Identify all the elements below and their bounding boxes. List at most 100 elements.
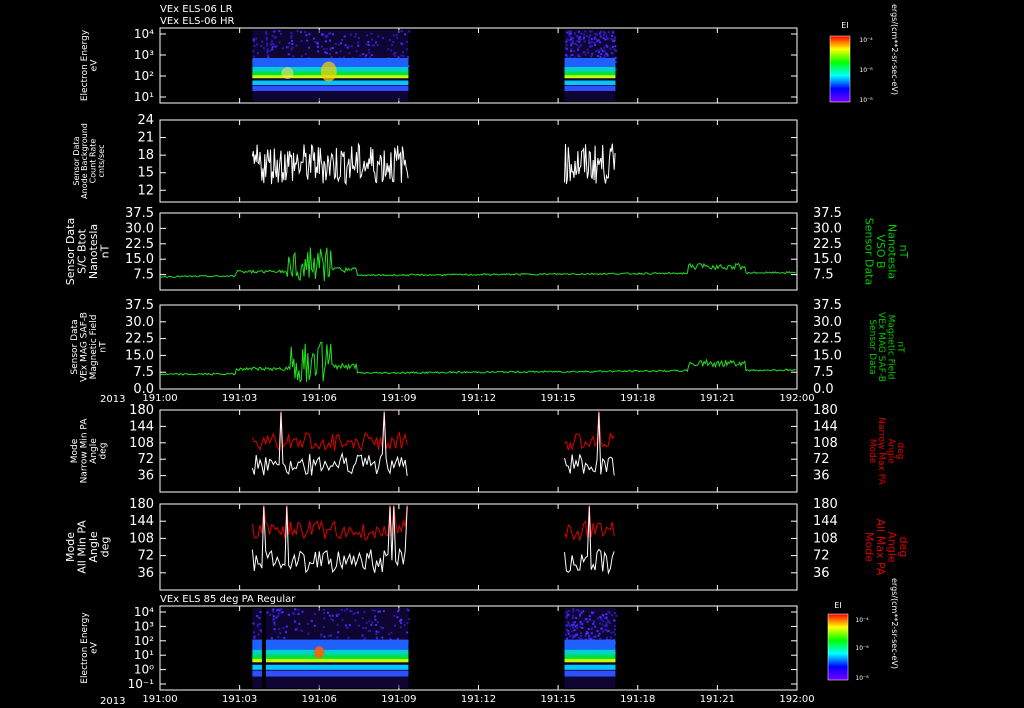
spectrogram-speck <box>252 39 255 42</box>
spectrogram-speck <box>257 633 260 636</box>
spectrogram-speck <box>406 48 409 51</box>
spectrogram-speck <box>594 635 597 638</box>
colorbar-bottom-unit: ergs/(cm**2-sr-sec-eV) <box>890 578 899 669</box>
spectrogram-speck <box>605 625 608 628</box>
colorbar-top-unit: ergs/(cm**2-sr-sec-eV) <box>890 4 899 95</box>
spectrogram-speck <box>269 49 272 52</box>
ytick-label: 15 <box>137 166 154 181</box>
spectrogram-speck <box>584 635 587 638</box>
spectrogram-speck <box>392 34 395 37</box>
colorbar-bottom-tick-1: 10⁻⁴ <box>855 617 869 624</box>
spectrogram-speck <box>370 32 373 35</box>
spectrogram-speck <box>400 54 403 57</box>
spectrogram-speck <box>367 41 370 44</box>
spectrogram-speck <box>581 626 584 629</box>
spectrogram-speck <box>256 43 259 46</box>
ytick-label: 12 <box>137 183 154 198</box>
spectrogram-band <box>564 80 616 85</box>
spectrogram-speck <box>588 36 591 39</box>
spectrogram-speck <box>270 40 273 43</box>
spectrogram-speck <box>611 37 614 40</box>
spectrogram-band <box>252 85 409 91</box>
spectrogram-speck <box>614 628 617 631</box>
spectrogram-speck <box>357 44 360 47</box>
spectrogram-speck <box>390 44 393 47</box>
spectrogram-speck <box>569 30 572 33</box>
spectrogram-speck <box>565 615 568 618</box>
spectrogram-speck <box>375 41 378 44</box>
spectrogram-speck <box>565 628 568 631</box>
spectrogram-speck <box>611 614 614 617</box>
spectrogram-speck <box>588 618 591 621</box>
spectrogram-speck <box>328 53 331 56</box>
spectrogram-speck <box>390 631 393 634</box>
spectrogram-speck <box>597 39 600 42</box>
spectrogram-speck <box>368 48 371 51</box>
spectrogram-speck <box>397 610 400 613</box>
ytick-label-right: 72 <box>813 452 830 467</box>
spectrogram-speck <box>586 51 589 54</box>
spectrogram-speck <box>577 636 580 639</box>
spectrogram-speck <box>583 40 586 43</box>
spectrogram-speck <box>603 46 606 49</box>
spectrogram-speck <box>588 615 591 618</box>
spectrogram-speck <box>567 621 570 624</box>
spectrogram-speck <box>324 51 327 54</box>
spectrogram-speck <box>265 32 268 35</box>
spectrogram-speck <box>271 48 274 51</box>
spectrogram-speck <box>259 611 262 614</box>
spectrogram-speck <box>278 41 281 44</box>
spectrogram-speck <box>594 50 597 53</box>
spectrogram-speck <box>354 35 357 38</box>
spectrogram-speck <box>339 42 342 45</box>
spectrogram-speck <box>300 55 303 58</box>
spectrogram-speck <box>564 633 567 636</box>
spectrogram-speck <box>329 39 332 42</box>
spectrogram-speck <box>343 609 346 612</box>
spectrogram-speck <box>258 616 261 619</box>
spectrogram-speck <box>324 40 327 43</box>
spectrogram-speck <box>402 55 405 58</box>
spectrogram-speck <box>374 618 377 621</box>
spectrogram-speck <box>275 616 278 619</box>
spectrogram-speck <box>573 629 576 632</box>
spectrogram-speck <box>252 55 255 58</box>
spectrogram-speck <box>613 625 616 628</box>
spectrogram-speck <box>408 30 411 33</box>
spectrogram-speck <box>604 32 607 35</box>
spectrogram-speck <box>577 30 580 33</box>
spectrogram-speck <box>280 608 283 611</box>
spectrogram-speck <box>375 632 378 635</box>
spectrogram-speck <box>596 630 599 633</box>
ylabel-line: nT <box>99 341 109 353</box>
spectrogram-speck <box>399 626 402 629</box>
spectrogram-hotspot <box>281 67 294 79</box>
spectrogram-speck <box>393 614 396 617</box>
ytick-label-right: 0.0 <box>813 382 834 397</box>
ytick-label: 18 <box>137 148 154 163</box>
spectrogram-band <box>564 75 616 79</box>
right-label-line: Nanotesla <box>885 224 898 279</box>
ytick-label: 144 <box>129 419 154 434</box>
ytick-label: 180 <box>129 403 154 418</box>
bmag-vso-series <box>159 247 796 282</box>
spectrogram-speck <box>605 621 608 624</box>
spectrogram-speck <box>605 52 608 55</box>
spectrogram-speck <box>377 631 380 634</box>
spectrogram-speck <box>586 48 589 51</box>
spectrogram-speck <box>590 38 593 41</box>
ytick-label-right: 108 <box>813 436 838 451</box>
spectrogram-speck <box>287 46 290 49</box>
spectrogram-speck <box>279 632 282 635</box>
spectrogram-speck <box>273 623 276 626</box>
panel-els-lr-hr: 10⁴10³10²10¹Electron Energy eV <box>80 27 798 104</box>
ytick-label: 10³ <box>134 48 154 62</box>
spectrogram-speck <box>337 631 340 634</box>
right-label-line: nT <box>895 341 905 353</box>
spectrogram-speck <box>585 618 588 621</box>
spectrogram-speck <box>253 631 256 634</box>
spectrogram-speck <box>293 612 296 615</box>
spectrogram-speck <box>393 52 396 55</box>
spectrogram-speck <box>335 614 338 617</box>
spectrogram-speck <box>575 43 578 46</box>
